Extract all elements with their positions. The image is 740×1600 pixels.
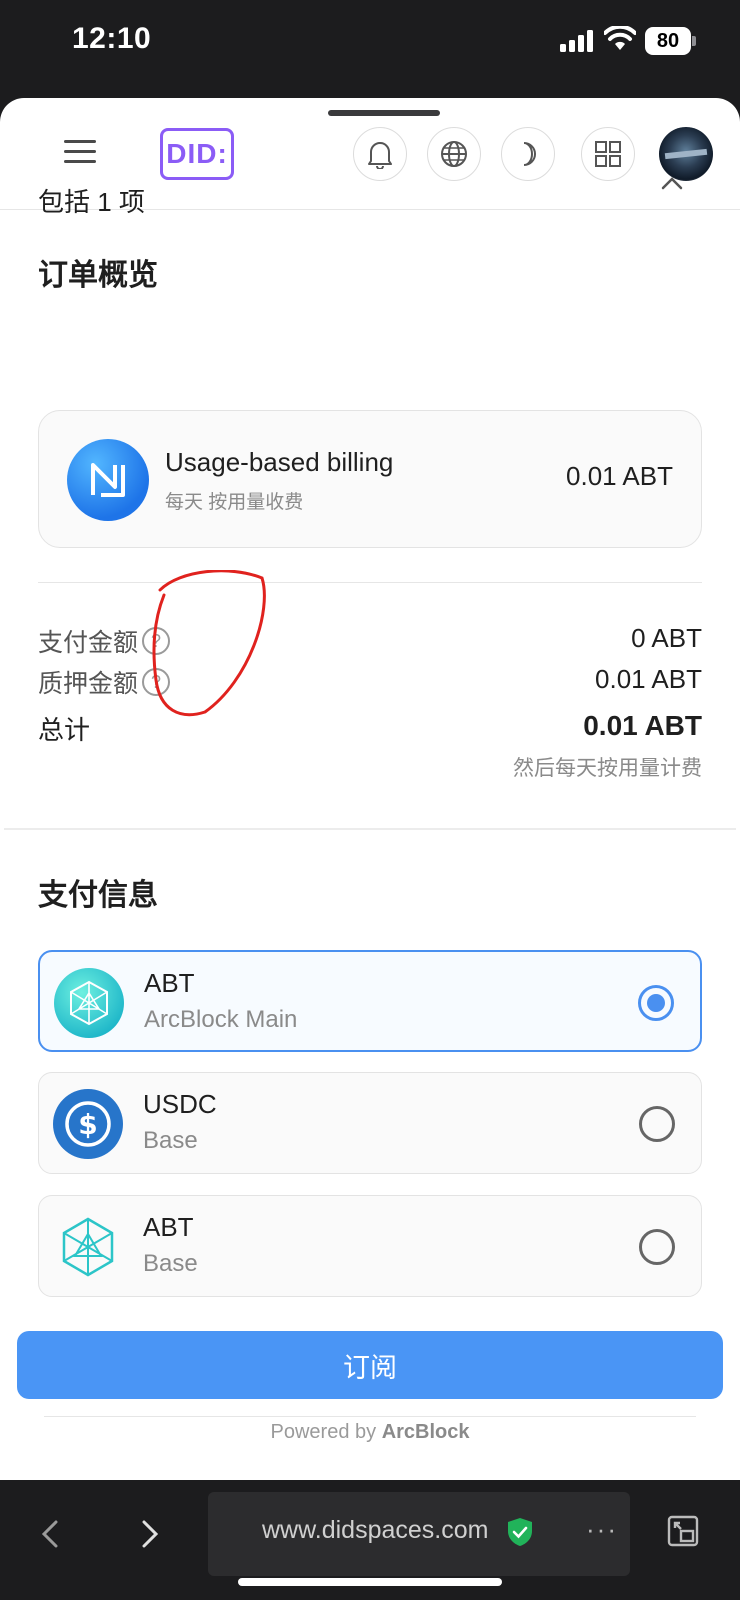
address-bar[interactable]: www.didspaces.com ··· xyxy=(208,1492,630,1576)
subscribe-button[interactable]: 订阅 xyxy=(17,1331,723,1399)
footer-divider xyxy=(44,1416,696,1417)
picture-in-picture-icon[interactable] xyxy=(666,1514,700,1548)
wifi-icon xyxy=(604,26,636,50)
total-billing-note: 然后每天按用量计费 xyxy=(513,757,702,780)
more-options-icon[interactable]: ··· xyxy=(586,1514,618,1545)
item-name: Usage-based billing xyxy=(165,447,394,477)
payment-method-abt-base[interactable]: ABT Base xyxy=(38,1195,702,1297)
stake-amount-row-label: 质押金额 ? xyxy=(38,664,171,700)
secure-shield-icon xyxy=(508,1518,532,1546)
checkout-sheet: DID: 订单概览 包括 1 项 Usage-based billing 每天 … xyxy=(0,98,740,1480)
battery-tip xyxy=(692,36,696,46)
abt-token-icon xyxy=(53,1212,123,1282)
item-billing-description: 每天 按用量收费 xyxy=(165,492,304,513)
status-bar: 12:10 80 xyxy=(0,0,740,100)
cellular-signal-icon xyxy=(560,30,593,52)
menu-button[interactable] xyxy=(62,136,102,168)
pay-amount-label: 支付金额 xyxy=(38,629,139,657)
stake-amount-value: 0.01 ABT xyxy=(595,664,702,694)
powered-by-brand[interactable]: ArcBlock xyxy=(382,1421,470,1443)
radio-selected[interactable] xyxy=(638,985,674,1021)
radio-unselected[interactable] xyxy=(639,1106,675,1142)
notifications-button[interactable] xyxy=(353,127,407,181)
item-price: 0.01 ABT xyxy=(566,461,673,491)
payment-currency: ABT xyxy=(144,968,195,998)
menu-icon xyxy=(64,150,96,153)
payment-method-abt-arcblock[interactable]: ABT ArcBlock Main xyxy=(38,950,702,1052)
pay-amount-row-label: 支付金额 ? xyxy=(38,623,171,659)
payment-method-usdc-base[interactable]: $ USDC Base xyxy=(38,1072,702,1174)
divider xyxy=(38,582,702,583)
payment-currency: ABT xyxy=(143,1212,194,1242)
menu-icon xyxy=(64,160,96,163)
home-indicator xyxy=(238,1578,502,1586)
payment-network: ArcBlock Main xyxy=(144,1006,298,1033)
theme-toggle-button[interactable] xyxy=(501,127,555,181)
status-time: 12:10 xyxy=(72,22,152,55)
total-label: 总计 xyxy=(38,715,91,745)
menu-icon xyxy=(64,140,96,143)
order-overview-title: 订单概览 xyxy=(38,259,158,292)
help-question-icon[interactable]: ? xyxy=(142,668,171,696)
chevron-up-icon[interactable] xyxy=(660,172,684,196)
includes-count[interactable]: 包括 1 项 xyxy=(38,182,740,219)
apps-grid-icon xyxy=(595,141,621,167)
section-divider xyxy=(4,828,736,830)
svg-text:$: $ xyxy=(78,1108,97,1141)
line-item-card: Usage-based billing 每天 按用量收费 0.01 ABT xyxy=(38,410,702,548)
url-text: www.didspaces.com xyxy=(262,1516,489,1544)
powered-by-prefix: Powered by xyxy=(270,1421,377,1443)
stake-amount-label: 质押金额 xyxy=(38,670,139,698)
did-logo[interactable]: DID: xyxy=(160,128,234,180)
globe-icon xyxy=(441,141,467,167)
battery-indicator: 80 xyxy=(645,27,691,55)
bell-icon xyxy=(368,142,392,169)
help-question-icon[interactable]: ? xyxy=(142,627,171,655)
payment-currency: USDC xyxy=(143,1089,217,1119)
moon-icon xyxy=(523,142,536,166)
abt-token-icon xyxy=(54,968,124,1038)
apps-button[interactable] xyxy=(581,127,635,181)
powered-by: Powered by ArcBlock xyxy=(0,1421,740,1444)
product-logo-icon xyxy=(67,439,149,521)
payment-info-title: 支付信息 xyxy=(38,879,158,912)
total-value: 0.01 ABT xyxy=(583,710,702,741)
main-content: 订单概览 包括 1 项 Usage-based billing 每天 按用量收费… xyxy=(0,177,740,1297)
language-button[interactable] xyxy=(427,127,481,181)
pay-amount-value: 0 ABT xyxy=(631,623,702,653)
forward-arrow-icon[interactable] xyxy=(132,1514,168,1554)
back-arrow-icon[interactable] xyxy=(32,1514,68,1554)
usdc-token-icon: $ xyxy=(53,1089,123,1159)
payment-network: Base xyxy=(143,1250,198,1277)
payment-network: Base xyxy=(143,1127,198,1154)
radio-unselected[interactable] xyxy=(639,1229,675,1265)
